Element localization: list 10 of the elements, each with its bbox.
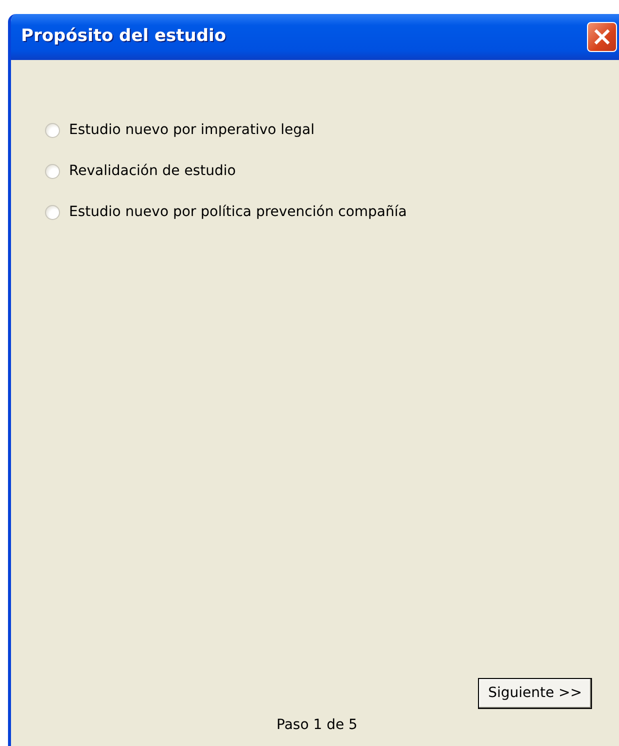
option-label[interactable]: Revalidación de estudio bbox=[69, 161, 236, 182]
window-title: Propósito del estudio bbox=[21, 25, 226, 48]
step-counter: Paso 1 de 5 bbox=[276, 716, 358, 735]
next-button[interactable]: Siguiente >> bbox=[478, 678, 592, 709]
option-label[interactable]: Estudio nuevo por imperativo legal bbox=[69, 120, 315, 141]
radio-button[interactable] bbox=[45, 164, 60, 179]
radio-button[interactable] bbox=[45, 123, 60, 138]
radio-button[interactable] bbox=[45, 205, 60, 220]
option-label[interactable]: Estudio nuevo por política prevención compañía bbox=[69, 202, 407, 223]
close-button[interactable]: × bbox=[587, 22, 617, 52]
